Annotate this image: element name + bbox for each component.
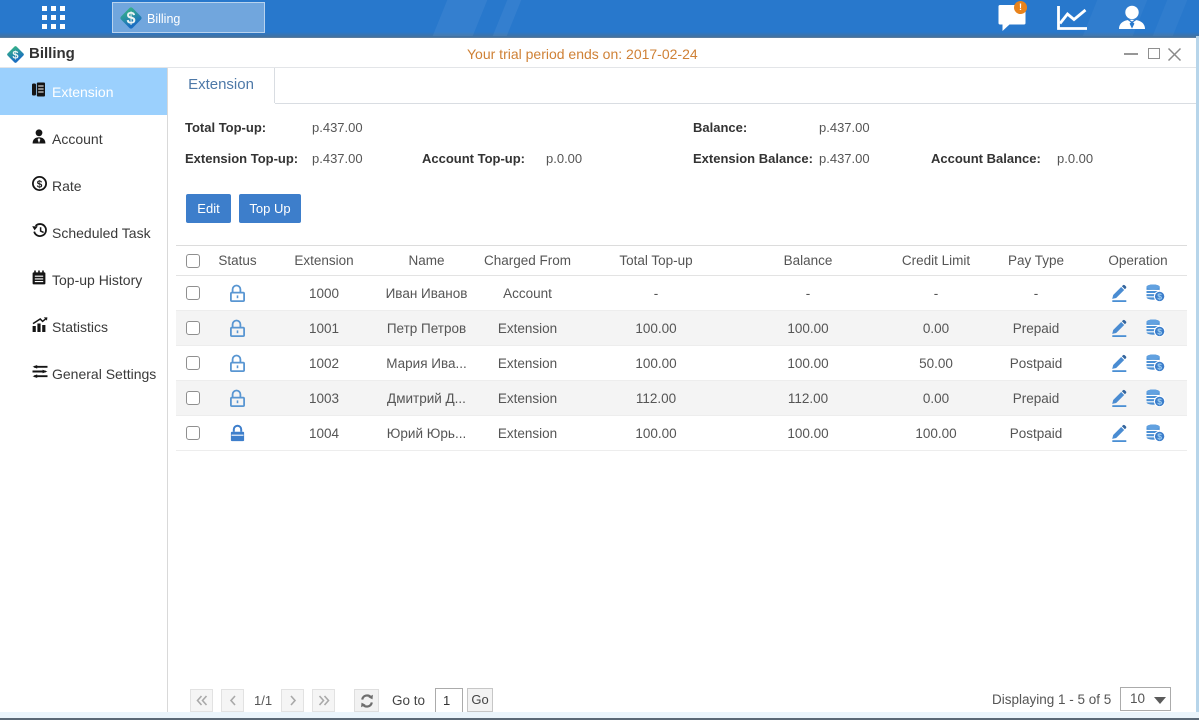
svg-text:$: $ (126, 9, 135, 27)
svg-text:$: $ (12, 49, 18, 61)
svg-text:$: $ (37, 179, 43, 190)
